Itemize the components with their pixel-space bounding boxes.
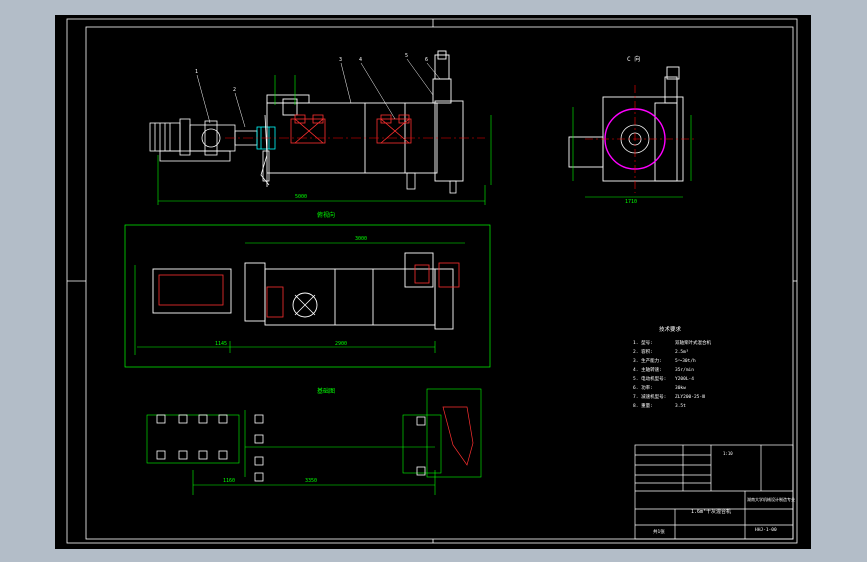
svg-text:3: 3	[339, 57, 342, 63]
top-left-dim: 1145	[215, 341, 227, 347]
svg-text:3.5t: 3.5t	[675, 403, 686, 409]
svg-text:35r/min: 35r/min	[675, 367, 694, 373]
top-view-title: 俯视向	[317, 211, 335, 219]
svg-text:2.5m³: 2.5m³	[675, 349, 689, 355]
title-number: HHJ-1-00	[755, 527, 777, 533]
foundation-length-dim: 3350	[305, 478, 317, 484]
title-drawing-name: 1.6m³干灰混合机	[691, 508, 731, 515]
title-sheet: 共1张	[653, 528, 665, 535]
cad-viewport[interactable]: 5000 1 2 3 4 5 6 C 向 1710 俯视向 3000 2900 …	[0, 0, 867, 562]
foundation-title: 基础图	[317, 387, 335, 395]
svg-text:2: 2	[233, 87, 236, 93]
drawing-sheet[interactable]: 5000 1 2 3 4 5 6 C 向 1710 俯视向 3000 2900 …	[55, 15, 811, 549]
svg-text:ZLY200-25-Ⅲ: ZLY200-25-Ⅲ	[675, 394, 705, 400]
foundation-left-dim: 1160	[223, 478, 235, 484]
svg-text:4: 4	[359, 57, 362, 63]
svg-text:Y200L-4: Y200L-4	[675, 376, 694, 382]
top-length-dim: 3000	[355, 236, 367, 242]
svg-text:3. 生产能力:: 3. 生产能力:	[633, 357, 662, 364]
svg-text:5: 5	[405, 53, 408, 59]
top-total-dim: 2900	[335, 341, 347, 347]
tech-spec-title: 技术要求	[659, 325, 682, 333]
svg-text:2. 容积:: 2. 容积:	[633, 348, 653, 355]
svg-text:7. 减速机型号:: 7. 减速机型号:	[633, 393, 666, 400]
svg-text:5～30t/h: 5～30t/h	[675, 358, 696, 364]
svg-text:6. 功率:: 6. 功率:	[633, 384, 653, 391]
svg-text:30kw: 30kw	[675, 385, 686, 391]
svg-text:1: 1	[195, 69, 198, 75]
svg-text:4. 主轴转速:: 4. 主轴转速:	[633, 366, 662, 373]
svg-text:8. 重量:: 8. 重量:	[633, 402, 653, 409]
svg-text:1. 型号:: 1. 型号:	[633, 339, 653, 346]
title-scale: 1:10	[723, 451, 733, 456]
svg-text:双轴桨叶式混合机: 双轴桨叶式混合机	[675, 339, 711, 346]
side-view-title: C 向	[627, 55, 640, 63]
svg-text:6: 6	[425, 57, 428, 63]
title-company: 湖南大学机械设计制造专业	[747, 496, 795, 502]
side-width-dim: 1710	[625, 199, 637, 205]
svg-text:5. 电动机型号:: 5. 电动机型号:	[633, 375, 666, 382]
overall-length-dim: 5000	[295, 194, 307, 200]
